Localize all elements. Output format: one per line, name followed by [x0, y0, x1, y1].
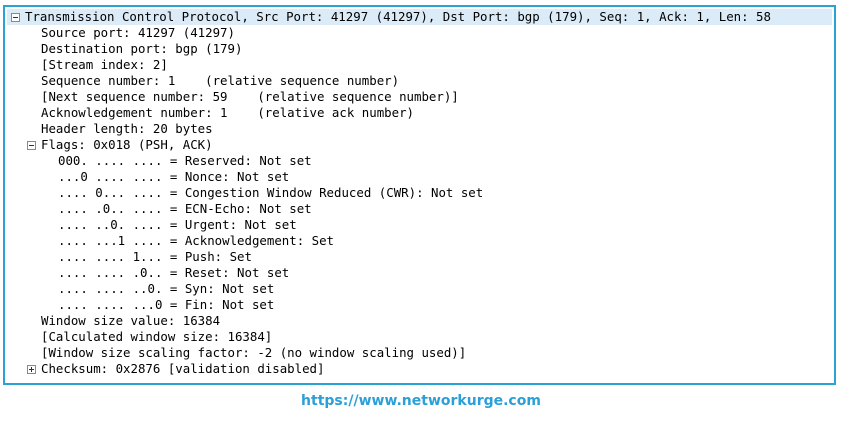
- tree-row-header-length[interactable]: Header length: 20 bytes: [7, 121, 832, 137]
- tree-row-ack-number[interactable]: Acknowledgement number: 1 (relative ack …: [7, 105, 832, 121]
- protocol-tree: Transmission Control Protocol, Src Port:…: [7, 9, 832, 377]
- tree-row-flags[interactable]: Flags: 0x018 (PSH, ACK): [7, 137, 832, 153]
- tree-row-next-sequence-number[interactable]: [Next sequence number: 59 (relative sequ…: [7, 89, 832, 105]
- next-sequence-number-label: [Next sequence number: 59 (relative sequ…: [41, 89, 459, 104]
- flag-push-label: .... .... 1... = Push: Set: [58, 249, 252, 264]
- flag-ecn-echo-label: .... .0.. .... = ECN-Echo: Not set: [58, 201, 312, 216]
- expand-icon[interactable]: [27, 365, 36, 374]
- ack-number-label: Acknowledgement number: 1 (relative ack …: [41, 105, 414, 120]
- tree-row-window-size[interactable]: Window size value: 16384: [7, 313, 832, 329]
- window-scaling-label: [Window size scaling factor: -2 (no wind…: [41, 345, 467, 360]
- tree-row-flag-ack[interactable]: .... ...1 .... = Acknowledgement: Set: [7, 233, 832, 249]
- tree-row-flag-syn[interactable]: .... .... ..0. = Syn: Not set: [7, 281, 832, 297]
- flag-cwr-label: .... 0... .... = Congestion Window Reduc…: [58, 185, 484, 200]
- destination-port-label: Destination port: bgp (179): [41, 41, 243, 56]
- collapse-icon[interactable]: [27, 141, 36, 150]
- tree-row-flag-reset[interactable]: .... .... .0.. = Reset: Not set: [7, 265, 832, 281]
- tree-row-flag-ecn-echo[interactable]: .... .0.. .... = ECN-Echo: Not set: [7, 201, 832, 217]
- tree-row-flag-fin[interactable]: .... .... ...0 = Fin: Not set: [7, 297, 832, 313]
- flag-fin-label: .... .... ...0 = Fin: Not set: [58, 297, 275, 312]
- tree-row-checksum[interactable]: Checksum: 0x2876 [validation disabled]: [7, 361, 832, 377]
- tree-row-flag-nonce[interactable]: ...0 .... .... = Nonce: Not set: [7, 169, 832, 185]
- flag-reserved-label: 000. .... .... = Reserved: Not set: [58, 153, 312, 168]
- tree-row-flag-reserved[interactable]: 000. .... .... = Reserved: Not set: [7, 153, 832, 169]
- tree-row-tcp-header[interactable]: Transmission Control Protocol, Src Port:…: [7, 9, 832, 25]
- flag-nonce-label: ...0 .... .... = Nonce: Not set: [58, 169, 290, 184]
- tree-row-sequence-number[interactable]: Sequence number: 1 (relative sequence nu…: [7, 73, 832, 89]
- website-link[interactable]: https://www.networkurge.com: [0, 393, 842, 409]
- flags-label: Flags: 0x018 (PSH, ACK): [41, 137, 213, 152]
- tree-row-flag-cwr[interactable]: .... 0... .... = Congestion Window Reduc…: [7, 185, 832, 201]
- tcp-header-label: Transmission Control Protocol, Src Port:…: [25, 9, 771, 24]
- flag-urgent-label: .... ..0. .... = Urgent: Not set: [58, 217, 297, 232]
- flag-reset-label: .... .... .0.. = Reset: Not set: [58, 265, 290, 280]
- flag-ack-label: .... ...1 .... = Acknowledgement: Set: [58, 233, 335, 248]
- calculated-window-label: [Calculated window size: 16384]: [41, 329, 273, 344]
- flag-syn-label: .... .... ..0. = Syn: Not set: [58, 281, 275, 296]
- stream-index-label: [Stream index: 2]: [41, 57, 168, 72]
- collapse-icon[interactable]: [11, 13, 20, 22]
- sequence-number-label: Sequence number: 1 (relative sequence nu…: [41, 73, 400, 88]
- tree-row-flag-urgent[interactable]: .... ..0. .... = Urgent: Not set: [7, 217, 832, 233]
- header-length-label: Header length: 20 bytes: [41, 121, 213, 136]
- tree-row-calculated-window[interactable]: [Calculated window size: 16384]: [7, 329, 832, 345]
- packet-details-pane: Transmission Control Protocol, Src Port:…: [3, 5, 836, 385]
- tree-row-window-scaling[interactable]: [Window size scaling factor: -2 (no wind…: [7, 345, 832, 361]
- tree-row-destination-port[interactable]: Destination port: bgp (179): [7, 41, 832, 57]
- source-port-label: Source port: 41297 (41297): [41, 25, 235, 40]
- tree-row-flag-push[interactable]: .... .... 1... = Push: Set: [7, 249, 832, 265]
- checksum-label: Checksum: 0x2876 [validation disabled]: [41, 361, 325, 376]
- tree-row-source-port[interactable]: Source port: 41297 (41297): [7, 25, 832, 41]
- window-size-label: Window size value: 16384: [41, 313, 221, 328]
- tree-row-stream-index[interactable]: [Stream index: 2]: [7, 57, 832, 73]
